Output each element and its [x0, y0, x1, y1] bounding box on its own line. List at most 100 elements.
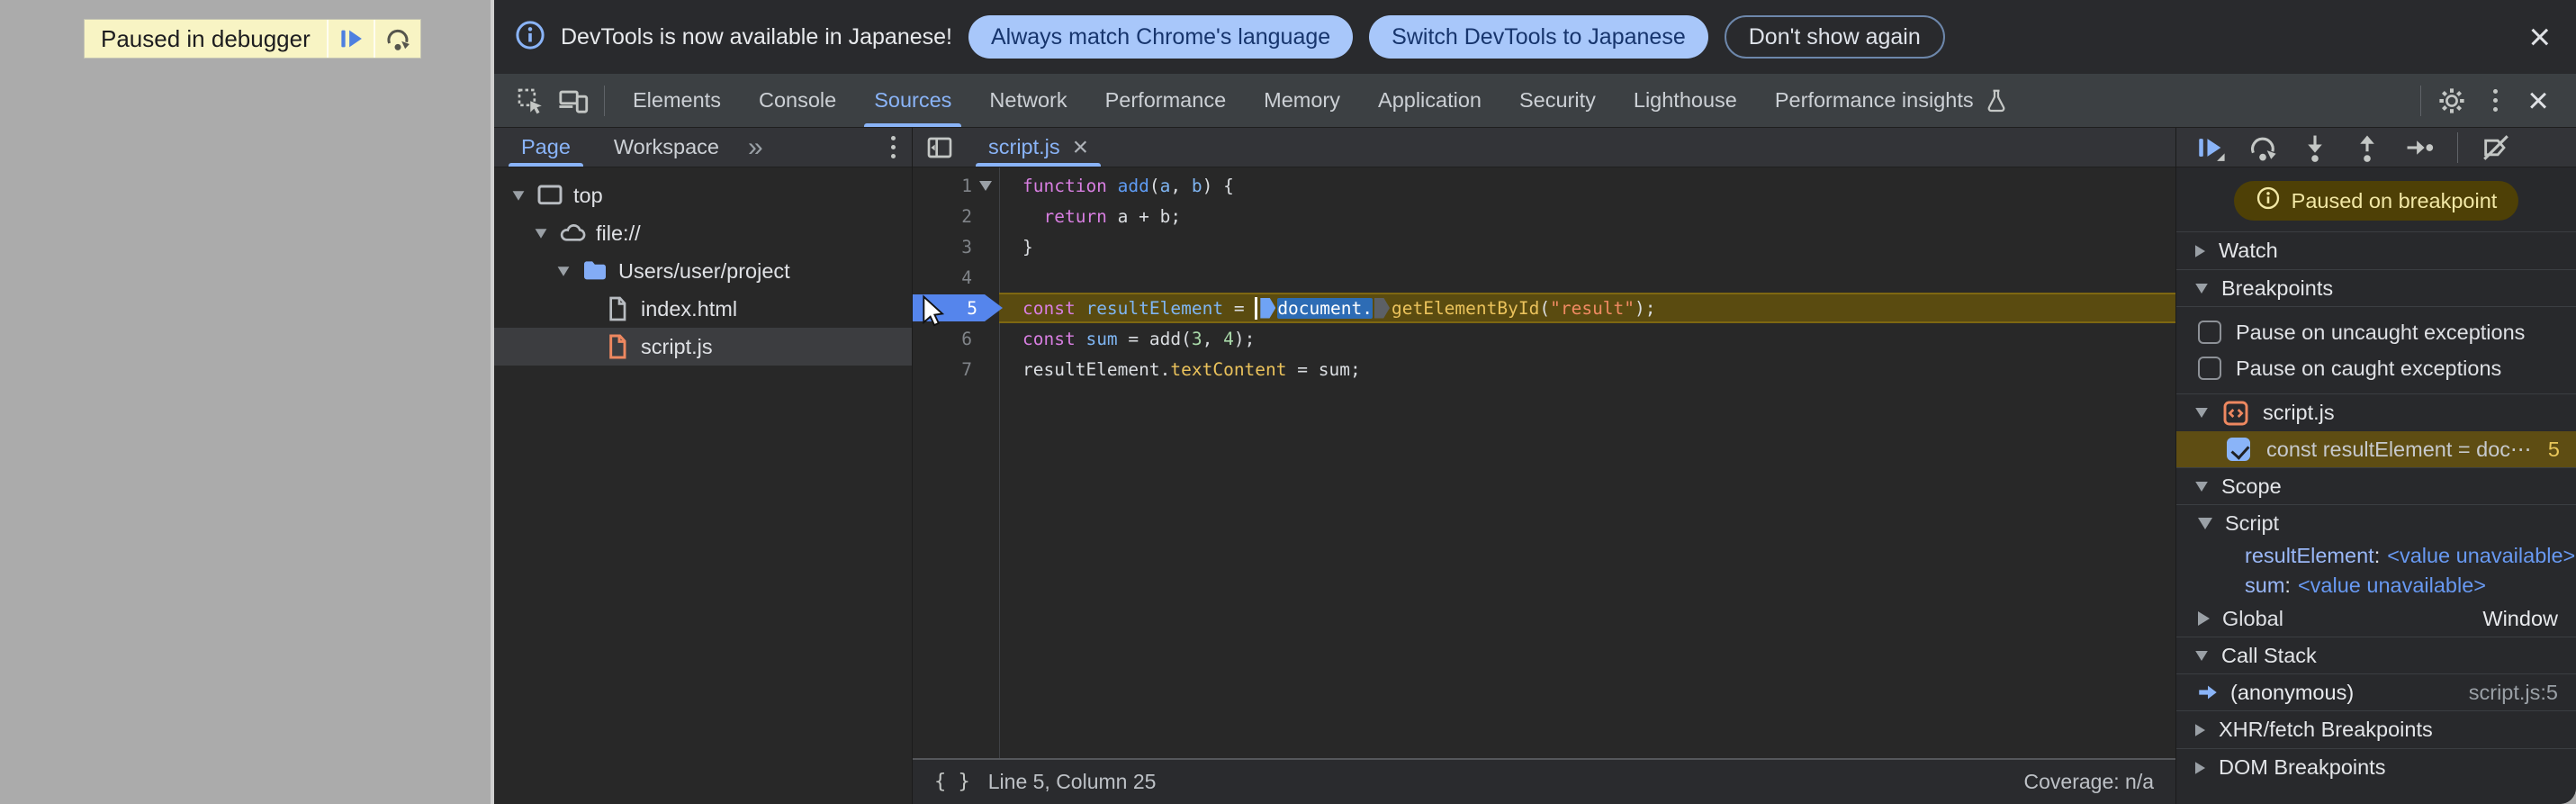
line-number-5[interactable]: 55: [913, 293, 1003, 323]
tab-sources[interactable]: Sources: [855, 74, 970, 127]
toggle-navigator-panel-icon[interactable]: [918, 126, 961, 169]
inline-breakpoint-marker-gray[interactable]: [1374, 297, 1390, 319]
code-editor[interactable]: 1 function add(a, b) {2 return a + b; 3} 4 5…: [913, 167, 2175, 758]
tab-security[interactable]: Security: [1500, 74, 1615, 127]
tree-item-users-user-project[interactable]: Users/user/project: [494, 252, 912, 290]
deactivate-breakpoints-icon[interactable]: [2480, 131, 2512, 164]
code-line-5: 55 const resultElement = document. getElem…: [913, 293, 2175, 323]
execution-line-badge[interactable]: 5: [913, 294, 1003, 321]
code-line-content[interactable]: }: [999, 231, 2175, 262]
code-token: add: [1117, 175, 1149, 196]
line-number-4[interactable]: 4: [913, 262, 999, 293]
code-line-1: 1 function add(a, b) {: [913, 170, 2175, 201]
code-token: const: [1022, 297, 1076, 319]
devtools-main: Page Workspace » top file:// Users/user/pr…: [494, 128, 2576, 804]
code-line-content[interactable]: const sum = add(3, 4);: [999, 323, 2175, 354]
section-breakpoints[interactable]: Breakpoints: [2176, 269, 2576, 307]
inspect-element-icon[interactable]: [509, 79, 552, 122]
tab-console[interactable]: Console: [740, 74, 855, 127]
line-number-6[interactable]: 6: [913, 323, 999, 354]
frame-location: script.js:5: [2468, 680, 2558, 704]
line-number-2[interactable]: 2: [913, 201, 999, 231]
code-token: );: [1233, 328, 1256, 349]
more-options-kebab-icon[interactable]: [2473, 79, 2517, 122]
paused-in-debugger-banner: Paused in debugger: [84, 19, 421, 59]
checkbox-unchecked[interactable]: [2198, 321, 2221, 344]
line-number-7[interactable]: 7: [913, 354, 999, 384]
tree-item-top[interactable]: top: [494, 176, 912, 214]
scope-global-value: Window: [2482, 606, 2558, 630]
tab-memory[interactable]: Memory: [1245, 74, 1359, 127]
coverage-label: Coverage: n/a: [2023, 770, 2154, 793]
code-line-content[interactable]: const resultElement = document. getElemen…: [999, 293, 2175, 323]
tree-item-label: index.html: [641, 296, 738, 321]
section-xhr-breakpoints[interactable]: XHR/fetch Breakpoints: [2176, 710, 2576, 748]
tab-label: Performance: [1104, 88, 1227, 112]
tab-lighthouse[interactable]: Lighthouse: [1615, 74, 1756, 127]
chevron-down-icon[interactable]: [531, 228, 551, 239]
tree-item-label: top: [573, 183, 603, 207]
dont-show-again-button[interactable]: Don't show again: [1724, 15, 1945, 59]
section-call-stack[interactable]: Call Stack: [2176, 637, 2576, 674]
toolbar-divider: [2420, 85, 2421, 116]
resume-icon: [338, 25, 365, 52]
checkbox-unchecked[interactable]: [2198, 357, 2221, 380]
toggle-device-toolbar-icon[interactable]: [552, 79, 595, 122]
inline-breakpoint-marker-blue[interactable]: [1260, 297, 1276, 319]
step-icon[interactable]: [2403, 131, 2436, 164]
step-over-overlay-button[interactable]: [374, 20, 420, 58]
code-line-2: 2 return a + b;: [913, 201, 2175, 231]
tab-network[interactable]: Network: [970, 74, 1085, 127]
settings-gear-icon[interactable]: [2430, 79, 2473, 122]
tab-page[interactable]: Page: [505, 128, 587, 167]
resume-script-overlay-button[interactable]: [328, 20, 374, 58]
pause-caught-label: Pause on caught exceptions: [2236, 356, 2502, 380]
navigator-kebab-icon[interactable]: [891, 136, 896, 158]
resume-icon[interactable]: [2194, 131, 2227, 164]
pretty-print-icon[interactable]: { }: [934, 771, 970, 793]
line-number-3[interactable]: 3: [913, 231, 999, 262]
breakpoint-file-group[interactable]: script.js: [2176, 393, 2576, 431]
section-dom-breakpoints[interactable]: DOM Breakpoints: [2176, 748, 2576, 786]
tab-application[interactable]: Application: [1359, 74, 1500, 127]
always-match-language-button[interactable]: Always match Chrome's language: [968, 15, 1354, 59]
debugger-sidebar: Paused on breakpoint Watch Breakpoints P…: [2176, 128, 2576, 804]
tree-item-index-html[interactable]: index.html: [494, 290, 912, 328]
tab-performance[interactable]: Performance: [1086, 74, 1246, 127]
js-file-badge-icon: [2221, 399, 2250, 428]
close-devtools-icon[interactable]: ×: [2517, 79, 2560, 122]
tab-label: Lighthouse: [1633, 88, 1737, 112]
editor-tab-scriptjs[interactable]: script.js ×: [974, 128, 1103, 167]
tab-elements[interactable]: Elements: [614, 74, 740, 127]
tab-performance-insights[interactable]: Performance insights: [1756, 74, 2029, 127]
close-tab-icon[interactable]: ×: [1073, 133, 1089, 161]
notification-close-icon[interactable]: ×: [2528, 18, 2551, 56]
code-line-content[interactable]: return a + b;: [999, 201, 2175, 231]
code-line-content[interactable]: resultElement. textContent = sum;: [999, 354, 2175, 384]
tree-item-script-js[interactable]: script.js: [494, 328, 912, 366]
fold-chevron-icon[interactable]: [972, 180, 999, 191]
scope-global-group[interactable]: Global Window: [2176, 601, 2576, 637]
section-watch[interactable]: Watch: [2176, 231, 2576, 269]
checkbox-checked[interactable]: [2227, 438, 2250, 461]
more-tabs-chevrons-icon[interactable]: »: [748, 132, 763, 163]
code-line-content[interactable]: [999, 262, 2175, 293]
call-stack-frame-row[interactable]: (anonymous) script.js:5: [2176, 674, 2576, 710]
breakpoint-entry-row[interactable]: const resultElement = doc⋯ 5: [2176, 431, 2576, 467]
tree-item-file-[interactable]: file://: [494, 214, 912, 252]
step-over-icon[interactable]: [2247, 131, 2279, 164]
step-out-icon[interactable]: [2351, 131, 2383, 164]
pause-uncaught-exceptions-row[interactable]: Pause on uncaught exceptions: [2176, 314, 2576, 350]
toolbar-divider: [604, 85, 605, 116]
switch-devtools-japanese-button[interactable]: Switch DevTools to Japanese: [1369, 15, 1708, 59]
section-scope[interactable]: Scope: [2176, 467, 2576, 505]
tab-workspace[interactable]: Workspace: [598, 128, 735, 167]
pause-caught-exceptions-row[interactable]: Pause on caught exceptions: [2176, 350, 2576, 386]
code-line-content[interactable]: function add(a, b) {: [999, 170, 2175, 201]
step-into-icon[interactable]: [2299, 131, 2331, 164]
chevron-down-icon[interactable]: [554, 266, 573, 277]
chevron-down-icon[interactable]: [509, 190, 528, 202]
scope-script-group[interactable]: Script: [2176, 505, 2576, 541]
line-number-1[interactable]: 1: [913, 170, 999, 201]
